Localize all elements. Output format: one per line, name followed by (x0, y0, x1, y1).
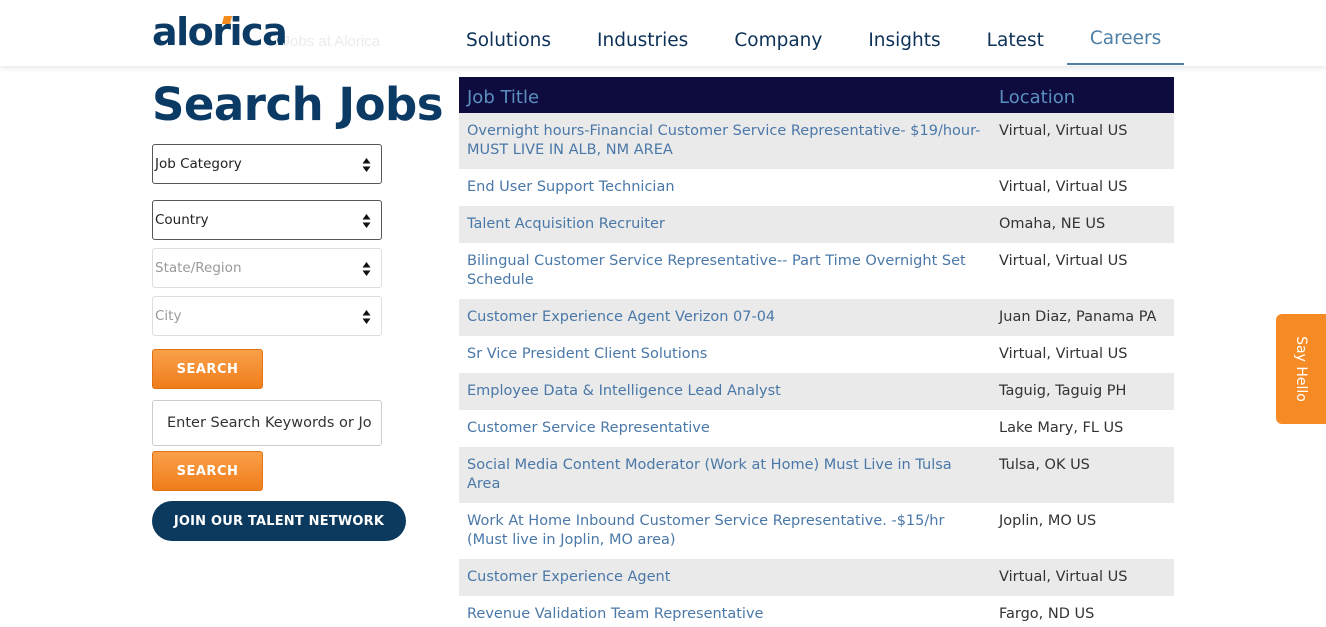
select-arrows-icon (362, 262, 371, 276)
job-title-link[interactable]: Revenue Validation Team Representative (459, 596, 991, 627)
search-button[interactable]: SEARCH (152, 349, 263, 389)
job-category-select[interactable]: Job Category (152, 144, 382, 184)
logo-text: alorica (152, 10, 288, 54)
job-title-link[interactable]: Employee Data & Intelligence Lead Analys… (459, 373, 991, 410)
job-title-link[interactable]: Customer Experience Agent Verizon 07-04 (459, 299, 991, 336)
state-region-select[interactable]: State/Region (152, 248, 382, 288)
job-location: Omaha, NE US (991, 206, 1174, 243)
join-talent-network-button[interactable]: JOIN OUR TALENT NETWORK (152, 501, 406, 541)
nav-solutions[interactable]: Solutions (443, 0, 574, 66)
job-location: Tulsa, OK US (991, 447, 1174, 503)
job-title-link[interactable]: Sr Vice President Client Solutions (459, 336, 991, 373)
table-row: Customer Experience Agent Verizon 07-04 … (459, 299, 1174, 336)
ghost-page-title: l Jobs at Alorica (275, 33, 381, 50)
location-header[interactable]: Location (991, 77, 1174, 113)
city-select[interactable]: City (152, 296, 382, 336)
job-title-link[interactable]: Talent Acquisition Recruiter (459, 206, 991, 243)
job-location: Joplin, MO US (991, 503, 1174, 559)
job-location: Virtual, Virtual US (991, 169, 1174, 206)
job-location: Taguig, Taguig PH (991, 373, 1174, 410)
alorica-logo[interactable]: alorica (152, 10, 288, 54)
select-arrows-icon (362, 214, 371, 228)
table-row: Overnight hours-Financial Customer Servi… (459, 113, 1174, 169)
job-location: Juan Diaz, Panama PA (991, 299, 1174, 336)
table-row: Employee Data & Intelligence Lead Analys… (459, 373, 1174, 410)
job-location: Virtual, Virtual US (991, 336, 1174, 373)
say-hello-label: Say Hello (1293, 336, 1309, 402)
keyword-search-input[interactable]: Enter Search Keywords or Jo (152, 400, 382, 446)
say-hello-tab[interactable]: Say Hello (1276, 314, 1326, 424)
job-title-link[interactable]: Customer Service Representative (459, 410, 991, 447)
jobs-table: Job Title Location Overnight hours-Finan… (459, 77, 1174, 627)
keyword-search-button[interactable]: SEARCH (152, 451, 263, 491)
job-title-link[interactable]: Work At Home Inbound Customer Service Re… (459, 503, 991, 559)
nav-latest[interactable]: Latest (964, 0, 1067, 66)
nav-company[interactable]: Company (711, 0, 845, 66)
country-select[interactable]: Country (152, 200, 382, 240)
city-value: City (155, 308, 182, 324)
table-row: Sr Vice President Client Solutions Virtu… (459, 336, 1174, 373)
table-row: Revenue Validation Team Representative F… (459, 596, 1174, 627)
job-title-link[interactable]: Social Media Content Moderator (Work at … (459, 447, 991, 503)
table-row: Work At Home Inbound Customer Service Re… (459, 503, 1174, 559)
table-row: Bilingual Customer Service Representativ… (459, 243, 1174, 299)
page-title: Search Jobs (152, 78, 444, 131)
job-category-value: Job Category (155, 156, 242, 172)
job-title-link[interactable]: Customer Experience Agent (459, 559, 991, 596)
state-region-value: State/Region (155, 260, 242, 276)
country-value: Country (155, 212, 209, 228)
nav-insights[interactable]: Insights (845, 0, 963, 66)
job-title-link[interactable]: End User Support Technician (459, 169, 991, 206)
main-nav: Solutions Industries Company Insights La… (443, 0, 1185, 66)
table-row: Talent Acquisition Recruiter Omaha, NE U… (459, 206, 1174, 243)
job-title-link[interactable]: Overnight hours-Financial Customer Servi… (459, 113, 991, 169)
job-location: Virtual, Virtual US (991, 559, 1174, 596)
table-row: Customer Service Representative Lake Mar… (459, 410, 1174, 447)
job-title-link[interactable]: Bilingual Customer Service Representativ… (459, 243, 991, 299)
job-location: Fargo, ND US (991, 596, 1174, 627)
nav-industries[interactable]: Industries (574, 0, 711, 66)
job-location: Virtual, Virtual US (991, 243, 1174, 299)
table-row: Social Media Content Moderator (Work at … (459, 447, 1174, 503)
job-title-header[interactable]: Job Title (459, 77, 991, 113)
job-location: Lake Mary, FL US (991, 410, 1174, 447)
table-row: Customer Experience Agent Virtual, Virtu… (459, 559, 1174, 596)
select-arrows-icon (362, 158, 371, 172)
select-arrows-icon (362, 310, 371, 324)
job-location: Virtual, Virtual US (991, 113, 1174, 169)
nav-careers[interactable]: Careers (1066, 0, 1185, 65)
table-header-row: Job Title Location (459, 77, 1174, 113)
site-header: alorica l Jobs at Alorica Solutions Indu… (0, 0, 1326, 66)
table-row: End User Support Technician Virtual, Vir… (459, 169, 1174, 206)
